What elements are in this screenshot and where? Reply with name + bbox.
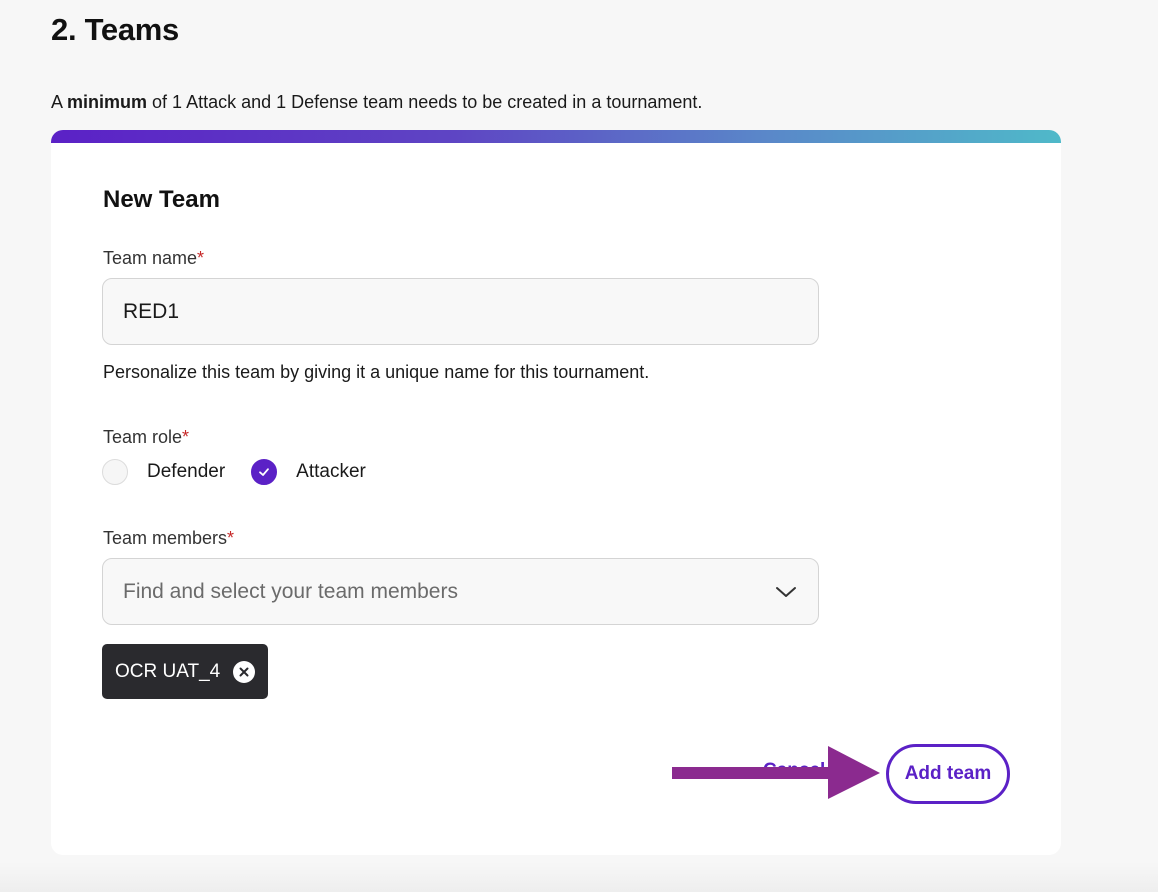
form-title: New Team <box>103 186 220 213</box>
required-mark: * <box>227 528 235 548</box>
team-name-label-text: Team name <box>103 248 198 268</box>
team-role-label-text: Team role <box>103 427 183 447</box>
team-name-helper: Personalize this team by giving it a uni… <box>103 362 650 382</box>
page-bottom-shade <box>0 862 1158 892</box>
team-members-label: Team members* <box>103 528 234 549</box>
team-name-label: Team name* <box>103 248 204 269</box>
check-icon <box>259 468 270 476</box>
intro-prefix: A <box>51 92 68 112</box>
team-role-label: Team role* <box>103 427 189 448</box>
radio-attacker[interactable] <box>251 459 278 485</box>
team-members-select[interactable]: Find and select your team members <box>102 558 819 625</box>
team-members-placeholder: Find and select your team members <box>123 579 458 603</box>
section-intro: A minimum of 1 Attack and 1 Defense team… <box>51 92 702 113</box>
team-role-options: Defender Attacker <box>102 459 392 485</box>
required-mark: * <box>182 427 190 447</box>
radio-defender[interactable] <box>102 459 128 485</box>
member-chip-label: OCR UAT_4 <box>115 660 221 682</box>
new-team-card: New Team Team name* Personalize this tea… <box>51 130 1061 855</box>
member-chip: OCR UAT_4 <box>102 644 269 699</box>
required-mark: * <box>197 248 205 268</box>
close-circle-icon <box>239 667 249 676</box>
intro-bold: minimum <box>67 92 148 112</box>
cancel-button[interactable]: Cancel <box>763 760 825 782</box>
page-title: 2. Teams <box>51 12 179 47</box>
team-members-label-text: Team members <box>103 528 228 548</box>
radio-defender-label[interactable]: Defender <box>147 461 225 483</box>
intro-suffix: of 1 Attack and 1 Defense team needs to … <box>147 92 703 112</box>
add-team-button[interactable]: Add team <box>886 744 1010 804</box>
radio-attacker-label[interactable]: Attacker <box>296 461 366 483</box>
chevron-down-icon[interactable] <box>774 580 798 604</box>
team-name-input[interactable] <box>102 278 819 345</box>
card-accent-bar <box>51 130 1061 143</box>
remove-member-button[interactable] <box>233 660 256 683</box>
